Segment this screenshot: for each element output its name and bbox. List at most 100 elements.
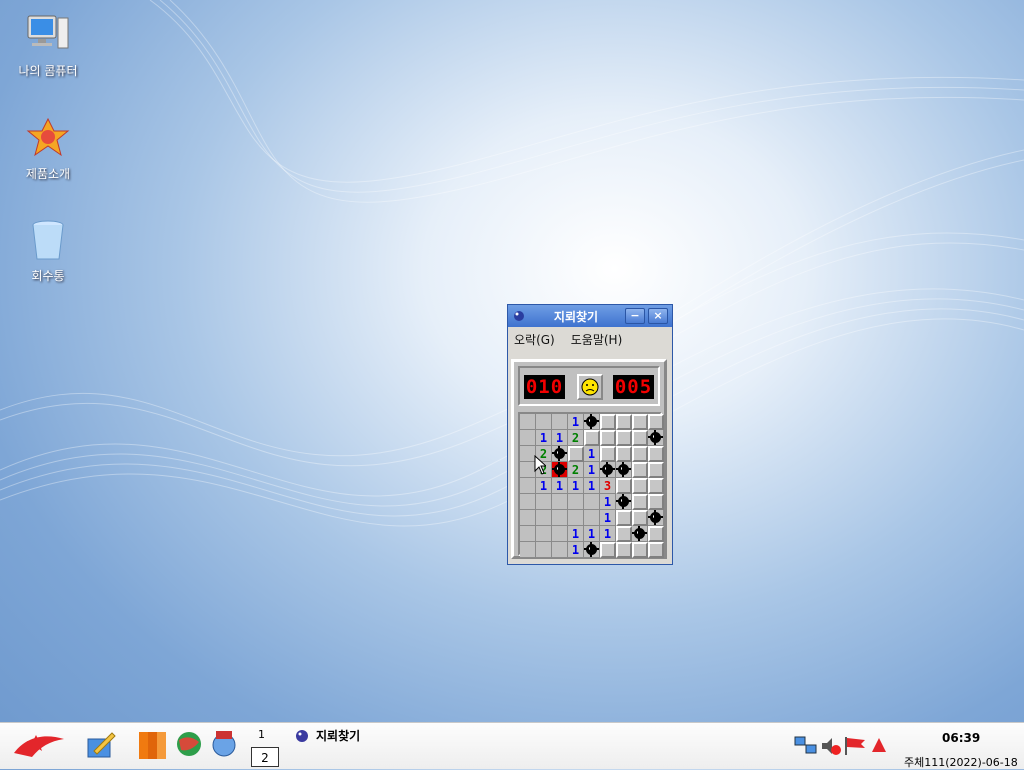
board-cell-closed[interactable] <box>648 446 664 462</box>
mine-cell[interactable] <box>616 494 632 510</box>
board-cell-empty[interactable] <box>568 510 584 526</box>
board-cell-empty[interactable] <box>520 510 536 526</box>
menu-game[interactable]: 오락(G) <box>514 331 555 348</box>
minimize-button[interactable]: − <box>625 308 645 324</box>
mine-cell[interactable] <box>552 446 568 462</box>
mine-cell[interactable] <box>600 462 616 478</box>
board-cell-number[interactable]: 1 <box>568 526 584 542</box>
board-cell-empty[interactable] <box>536 526 552 542</box>
board-cell-closed[interactable] <box>616 542 632 558</box>
mine-cell[interactable] <box>584 414 600 430</box>
board-cell-empty[interactable] <box>520 478 536 494</box>
board-cell-closed[interactable] <box>568 446 584 462</box>
board-cell-closed[interactable] <box>632 510 648 526</box>
board-cell-empty[interactable] <box>552 542 568 558</box>
mine-cell[interactable] <box>616 462 632 478</box>
mine-cell[interactable] <box>648 430 664 446</box>
network-icon[interactable] <box>794 735 818 757</box>
board-cell-empty[interactable] <box>584 510 600 526</box>
board-cell-empty[interactable] <box>520 430 536 446</box>
close-button[interactable]: × <box>648 308 668 324</box>
board-cell-empty[interactable] <box>584 494 600 510</box>
board-cell-number[interactable]: 1 <box>584 526 600 542</box>
board-cell-number[interactable]: 1 <box>552 478 568 494</box>
board-cell-closed[interactable] <box>648 478 664 494</box>
board-cell-closed[interactable] <box>616 526 632 542</box>
board-cell-closed[interactable] <box>600 446 616 462</box>
board-cell-closed[interactable] <box>632 462 648 478</box>
board-cell-empty[interactable] <box>536 494 552 510</box>
workspace-switcher[interactable]: 2 <box>251 747 279 767</box>
board-cell-number[interactable]: 1 <box>536 430 552 446</box>
volume-muted-icon[interactable] <box>820 735 842 757</box>
board-cell-closed[interactable] <box>600 414 616 430</box>
desktop-icon-trash[interactable]: 회수통 <box>0 217 96 284</box>
board-cell-number[interactable]: 1 <box>600 494 616 510</box>
workspace-indicator[interactable]: 1 <box>258 728 265 741</box>
board-cell-closed[interactable] <box>632 414 648 430</box>
start-menu-icon[interactable] <box>10 727 68 763</box>
board-cell-number[interactable]: 1 <box>568 542 584 558</box>
board-cell-number[interactable]: 1 <box>552 430 568 446</box>
board-cell-closed[interactable] <box>616 510 632 526</box>
reset-face-button[interactable] <box>577 374 603 400</box>
board-cell-number[interactable]: 1 <box>536 478 552 494</box>
board-cell-closed[interactable] <box>632 478 648 494</box>
board-cell-number[interactable]: 3 <box>600 478 616 494</box>
mine-cell[interactable] <box>584 542 600 558</box>
board-cell-closed[interactable] <box>600 430 616 446</box>
flag-icon[interactable] <box>843 735 867 757</box>
board-cell-number[interactable]: 1 <box>584 478 600 494</box>
board-cell-closed[interactable] <box>600 542 616 558</box>
board-cell-number[interactable]: 1 <box>584 462 600 478</box>
exploded-mine-cell[interactable] <box>552 462 568 478</box>
board-cell-number[interactable]: 2 <box>568 430 584 446</box>
board-cell-closed[interactable] <box>648 462 664 478</box>
board-cell-number[interactable]: 1 <box>600 526 616 542</box>
board-cell-closed[interactable] <box>648 526 664 542</box>
board-cell-empty[interactable] <box>552 510 568 526</box>
board-cell-number[interactable]: 2 <box>568 462 584 478</box>
board-cell-empty[interactable] <box>568 494 584 510</box>
globe-icon[interactable] <box>175 730 203 758</box>
window-titlebar[interactable]: 지뢰찾기 − × <box>508 305 672 327</box>
board-cell-empty[interactable] <box>552 494 568 510</box>
alert-icon[interactable] <box>870 736 888 756</box>
board-cell-empty[interactable] <box>552 526 568 542</box>
desktop-icon-label: 나의 콤퓨터 <box>18 64 78 78</box>
board-cell-number[interactable]: 1 <box>600 510 616 526</box>
board-cell-empty[interactable] <box>536 414 552 430</box>
board-cell-empty[interactable] <box>552 414 568 430</box>
board-cell-number[interactable]: 1 <box>568 478 584 494</box>
task-minesweeper[interactable]: 지뢰찾기 <box>294 727 360 744</box>
mine-cell[interactable] <box>632 526 648 542</box>
board-cell-number[interactable]: 1 <box>568 414 584 430</box>
board-cell-closed[interactable] <box>648 542 664 558</box>
board-cell-closed[interactable] <box>648 494 664 510</box>
board-cell-closed[interactable] <box>632 446 648 462</box>
board-cell-number[interactable]: 1 <box>584 446 600 462</box>
board-cell-closed[interactable] <box>616 430 632 446</box>
board-cell-empty[interactable] <box>520 542 536 558</box>
board-cell-closed[interactable] <box>616 414 632 430</box>
board-cell-closed[interactable] <box>632 430 648 446</box>
board-cell-closed[interactable] <box>616 478 632 494</box>
clock[interactable]: 06:39 <box>942 731 980 745</box>
media-icon[interactable] <box>210 729 238 759</box>
board-cell-closed[interactable] <box>632 494 648 510</box>
board-cell-empty[interactable] <box>520 526 536 542</box>
board-cell-closed[interactable] <box>632 542 648 558</box>
menu-help[interactable]: 도움말(H) <box>571 331 623 348</box>
board-cell-empty[interactable] <box>520 494 536 510</box>
board-cell-closed[interactable] <box>584 430 600 446</box>
board-cell-closed[interactable] <box>648 414 664 430</box>
books-icon[interactable] <box>137 729 169 761</box>
desktop-icon-product-intro[interactable]: 제품소개 <box>0 115 96 182</box>
desktop-icon-computer[interactable]: 나의 콤퓨터 <box>0 12 96 79</box>
board-cell-empty[interactable] <box>536 542 552 558</box>
mine-cell[interactable] <box>648 510 664 526</box>
board-cell-closed[interactable] <box>616 446 632 462</box>
board-cell-empty[interactable] <box>520 414 536 430</box>
editor-icon[interactable] <box>84 729 118 761</box>
board-cell-empty[interactable] <box>536 510 552 526</box>
